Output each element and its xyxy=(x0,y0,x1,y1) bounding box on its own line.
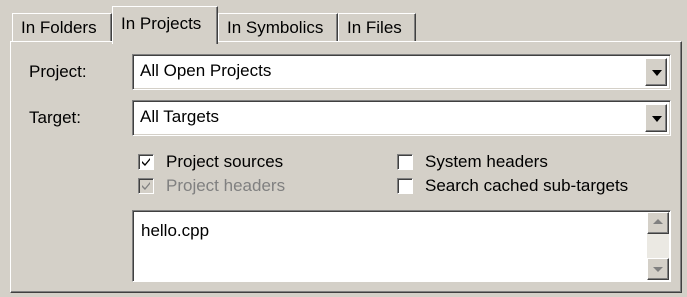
arrow-up-icon xyxy=(653,219,663,224)
target-dropdown-value: All Targets xyxy=(140,107,220,126)
project-label: Project: xyxy=(29,62,87,81)
scroll-down-button[interactable] xyxy=(647,258,669,280)
project-dropdown-value: All Open Projects xyxy=(140,61,272,80)
search-cached-subtargets-label[interactable]: Search cached sub-targets xyxy=(425,176,628,196)
target-dropdown-button[interactable] xyxy=(645,104,667,132)
in-projects-panel: Project: All Open Projects Target: All T… xyxy=(10,41,682,293)
file-list-scrollbar[interactable] xyxy=(647,212,669,280)
arrow-down-icon xyxy=(653,267,663,272)
system-headers-checkbox[interactable] xyxy=(397,154,413,170)
file-list[interactable]: hello.cpp xyxy=(132,210,671,282)
checkmark-icon xyxy=(142,182,150,190)
tab-in-projects[interactable]: In Projects xyxy=(112,6,218,44)
system-headers-label[interactable]: System headers xyxy=(425,152,548,172)
project-sources-checkbox[interactable] xyxy=(138,154,154,170)
scroll-up-button[interactable] xyxy=(647,212,669,234)
project-sources-label[interactable]: Project sources xyxy=(166,152,283,172)
tab-strip: In Folders In Symbolics In Files In Proj… xyxy=(0,0,687,44)
search-cached-subtargets-checkbox[interactable] xyxy=(397,178,413,194)
tab-in-folders[interactable]: In Folders xyxy=(12,13,112,42)
chevron-down-icon xyxy=(652,70,662,76)
project-headers-checkbox xyxy=(138,178,154,194)
project-dropdown[interactable]: All Open Projects xyxy=(132,54,671,90)
chevron-down-icon xyxy=(652,116,662,122)
project-dropdown-button[interactable] xyxy=(645,58,667,86)
target-label: Target: xyxy=(29,108,81,127)
checkmark-icon xyxy=(142,158,150,166)
target-dropdown[interactable]: All Targets xyxy=(132,100,671,136)
tab-in-symbolics[interactable]: In Symbolics xyxy=(218,13,338,42)
list-item[interactable]: hello.cpp xyxy=(141,221,209,241)
tab-in-files[interactable]: In Files xyxy=(338,13,416,42)
project-headers-label: Project headers xyxy=(166,176,286,195)
